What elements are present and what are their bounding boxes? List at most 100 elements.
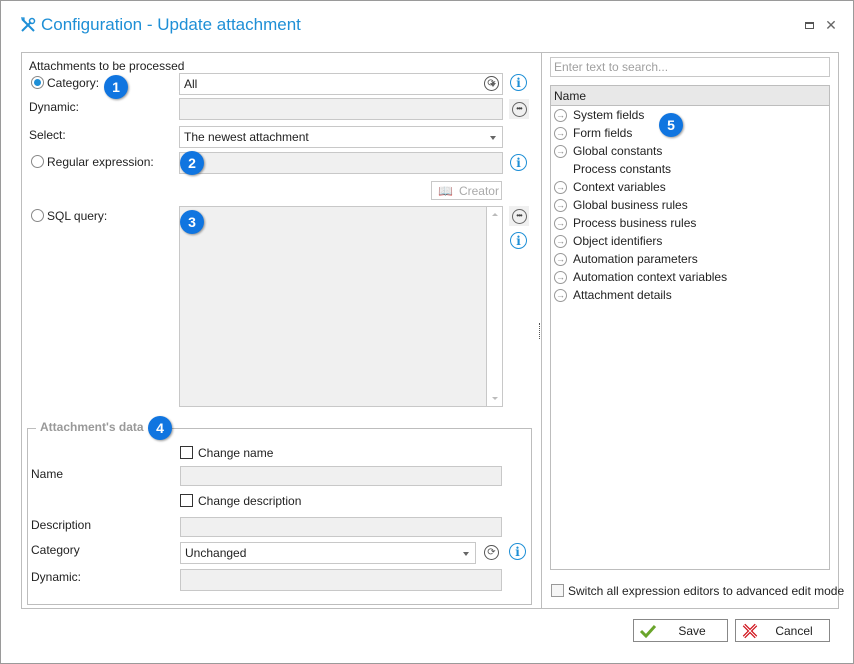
tree-item-label: Form fields <box>573 126 633 140</box>
more-button[interactable]: ••• <box>509 99 529 119</box>
regex-label: Regular expression: <box>47 155 154 169</box>
tools-icon <box>21 17 36 32</box>
badge-2: 2 <box>180 151 204 175</box>
tree-item[interactable]: → System fields <box>551 106 829 124</box>
category-select-value: All <box>184 77 198 91</box>
group-category-label: Category <box>31 543 80 557</box>
tree-item[interactable]: → Automation context variables <box>551 268 829 286</box>
more-icon: ••• <box>511 101 527 117</box>
tree-item-label: Object identifiers <box>573 234 663 248</box>
tree-item-label: Process constants <box>573 162 672 176</box>
change-name-label: Change name <box>198 446 274 460</box>
group-dynamic-field[interactable] <box>180 569 502 591</box>
badge-4: 4 <box>148 416 172 440</box>
description-field[interactable] <box>180 517 502 537</box>
tree-column-header: Name <box>551 86 829 106</box>
search-placeholder: Enter text to search... <box>554 60 669 74</box>
save-label: Save <box>678 623 706 638</box>
tree-item[interactable]: Process constants <box>551 160 829 178</box>
tree-item[interactable]: → Form fields <box>551 124 829 142</box>
sql-label: SQL query: <box>47 209 108 223</box>
expand-arrow-icon[interactable]: → <box>554 126 567 140</box>
tree-item-label: Process business rules <box>573 216 697 230</box>
refresh-icon[interactable]: ⟳ <box>484 76 499 91</box>
tree-item-label: Automation context variables <box>573 270 728 284</box>
attachments-panel: Attachments to be processed Category: 1 … <box>21 52 542 609</box>
cancel-x-icon <box>742 623 758 638</box>
maximize-icon <box>804 21 814 29</box>
more-icon: ••• <box>511 208 527 224</box>
regex-field[interactable] <box>179 152 503 174</box>
tree-item[interactable]: → Object identifiers <box>551 232 829 250</box>
tree-item-label: Automation parameters <box>573 252 698 266</box>
tree-item[interactable]: → Attachment details <box>551 286 829 304</box>
select-value: The newest attachment <box>184 130 309 144</box>
scroll-up-icon <box>492 213 498 216</box>
regex-radio[interactable] <box>31 155 44 168</box>
tree-item-label: Attachment details <box>573 288 672 302</box>
sql-textarea[interactable] <box>179 206 503 407</box>
cancel-button[interactable]: Cancel <box>735 619 830 642</box>
change-description-label: Change description <box>198 494 302 508</box>
dynamic-field[interactable] <box>179 98 503 120</box>
window-title: Configuration - Update attachment <box>19 15 301 35</box>
tree-item-label: Context variables <box>573 180 666 194</box>
name-label: Name <box>31 467 64 481</box>
creator-button[interactable]: 📖 Creator <box>431 181 502 200</box>
group-category-select[interactable]: Unchanged <box>180 542 476 564</box>
name-field[interactable] <box>180 466 502 486</box>
tree-item[interactable]: → Global constants <box>551 142 829 160</box>
select-label: Select: <box>29 128 66 142</box>
tree-items: → System fields → Form fields → Global consta… <box>551 106 829 304</box>
sql-radio[interactable] <box>31 209 44 222</box>
expand-arrow-icon[interactable]: → <box>554 216 567 230</box>
expand-arrow-icon[interactable]: → <box>554 198 567 212</box>
tree-item[interactable]: → Automation parameters <box>551 250 829 268</box>
maximize-button[interactable] <box>803 19 815 31</box>
search-input[interactable]: Enter text to search... <box>550 57 830 77</box>
group-title: Attachment's data <box>36 420 148 434</box>
close-button[interactable]: ✕ <box>825 16 837 33</box>
expand-arrow-icon[interactable]: → <box>554 108 567 122</box>
change-description-checkbox[interactable] <box>180 494 193 507</box>
section-label: Attachments to be processed <box>29 59 185 73</box>
select-dropdown[interactable]: The newest attachment <box>179 126 503 148</box>
expand-arrow-icon[interactable]: → <box>554 270 567 284</box>
cancel-label: Cancel <box>775 623 813 638</box>
expand-arrow-icon[interactable]: → <box>554 144 567 158</box>
tree-item[interactable]: → Global business rules <box>551 196 829 214</box>
badge-3: 3 <box>180 210 204 234</box>
sql-scrollbar[interactable] <box>486 207 502 406</box>
badge-1: 1 <box>104 75 128 99</box>
tree-item-label: Global business rules <box>573 198 688 212</box>
dialog-window: Configuration - Update attachment ✕ Atta… <box>0 0 854 664</box>
group-category-value: Unchanged <box>185 546 247 560</box>
expand-arrow-icon[interactable]: → <box>554 180 567 194</box>
tree-item-label: System fields <box>573 108 645 122</box>
expand-arrow-icon[interactable]: → <box>554 252 567 266</box>
info-icon[interactable]: i <box>510 74 527 91</box>
window-title-text: Configuration - Update attachment <box>41 15 301 34</box>
refresh-icon[interactable]: ⟳ <box>484 545 499 560</box>
category-select[interactable]: All <box>179 73 503 95</box>
info-icon[interactable]: i <box>509 543 526 560</box>
change-name-checkbox[interactable] <box>180 446 193 459</box>
tree-item[interactable]: → Process business rules <box>551 214 829 232</box>
category-radio[interactable] <box>31 76 44 89</box>
attachment-data-group: Attachment's data 4 Change name Name Cha… <box>27 416 532 605</box>
creator-label: Creator <box>458 183 499 198</box>
info-icon[interactable]: i <box>510 232 527 249</box>
description-label: Description <box>31 518 92 532</box>
sql-more-button[interactable]: ••• <box>509 206 529 226</box>
info-icon[interactable]: i <box>510 154 527 171</box>
save-button[interactable]: Save <box>633 619 728 642</box>
expand-arrow-icon[interactable]: → <box>554 288 567 302</box>
tree-item-label: Global constants <box>573 144 663 158</box>
close-icon: ✕ <box>825 16 837 33</box>
group-dynamic-label: Dynamic: <box>31 570 82 584</box>
checkmark-icon <box>639 624 657 638</box>
expand-arrow-icon[interactable]: → <box>554 234 567 248</box>
advanced-mode-checkbox[interactable] <box>551 584 564 597</box>
advanced-mode-label: Switch all expression editors to advance… <box>568 584 845 598</box>
tree-item[interactable]: → Context variables <box>551 178 829 196</box>
